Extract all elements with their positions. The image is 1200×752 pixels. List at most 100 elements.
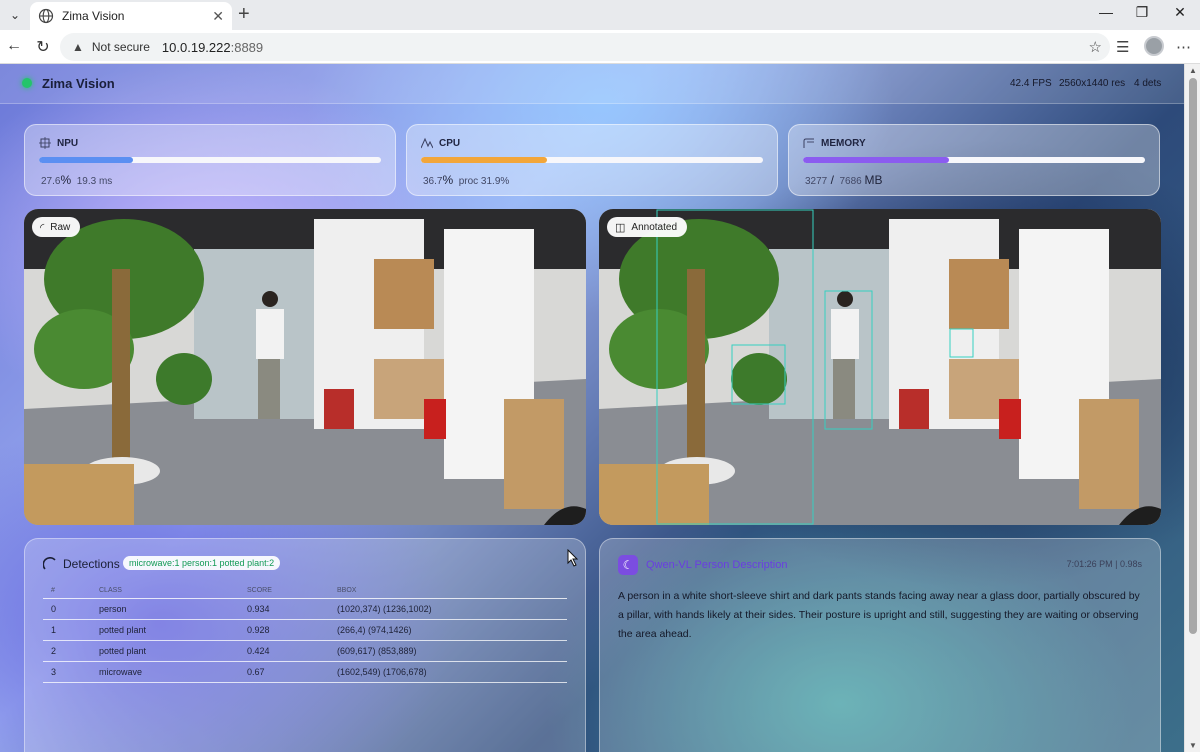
memory-progress-fill [803, 157, 949, 163]
chip-icon [39, 137, 51, 149]
table-cell: 0.934 [239, 598, 329, 620]
memory-card: MEMORY 3277 / 7686 MB [788, 124, 1160, 196]
status-dot [22, 78, 32, 88]
table-cell: (1020,374) (1236,1002) [329, 598, 567, 620]
table-header-row: # CLASS SCORE BBOX [43, 585, 567, 599]
raw-camera-frame [24, 209, 586, 525]
table-cell: potted plant [91, 619, 239, 641]
description-text: A person in a white short-sleeve shirt a… [618, 590, 1140, 640]
app-header: Zima Vision 42.4 FPS 2560x1440 res 4 det… [0, 64, 1184, 104]
memory-label: MEMORY [821, 138, 866, 149]
moon-icon: ☾ [618, 555, 638, 575]
warning-icon: ▲ [72, 40, 84, 54]
back-arrow-icon[interactable]: ← [4, 37, 24, 55]
description-title: Qwen-VL Person Description [646, 559, 788, 571]
table-cell: 2 [43, 640, 91, 662]
memory-total: 7686 [839, 176, 862, 187]
npu-progress-fill [39, 157, 134, 163]
raw-camera-view: ◜ Raw [24, 209, 586, 525]
url-input[interactable]: ▲ Not secure 10.0.19.222 :8889 ☆ [60, 33, 1110, 61]
npu-latency: 19.3 ms [76, 176, 113, 187]
scroll-down-icon[interactable]: ▼ [1189, 741, 1197, 750]
cpu-readout: 36.7% proc 31.9% [423, 173, 509, 187]
column-header: BBOX [329, 585, 567, 599]
npu-readout: 27.6% 19.3 ms [41, 173, 112, 187]
window-close-icon[interactable]: ✕ [1160, 4, 1200, 21]
description-panel: ☾ Qwen-VL Person Description 7:01:26 PM … [599, 538, 1161, 752]
table-cell: microwave [91, 661, 239, 683]
table-row: 0 person 0.934 (1020,374) (1236,1002) [43, 598, 567, 620]
cpu-progress [421, 157, 763, 163]
raw-view-label: ◜ Raw [32, 217, 81, 237]
table-cell: potted plant [91, 640, 239, 662]
raw-label-text: Raw [50, 221, 71, 233]
cpu-label: CPU [439, 138, 461, 149]
tab-title: Zima Vision [62, 9, 125, 23]
detections-panel: Detections microwave:1 person:1 potted p… [24, 538, 586, 752]
description-timestamp: 7:01:26 PM | 0.98s [1066, 559, 1142, 569]
reload-icon[interactable]: ↻ [33, 37, 53, 57]
new-tab-icon[interactable]: + [238, 4, 250, 24]
table-cell: 0.928 [239, 619, 329, 641]
detections-table: # CLASS SCORE BBOX 0 person 0.934 (1020,374… [43, 585, 567, 683]
browser-tab[interactable]: Zima Vision ✕ [30, 2, 232, 30]
url-port: :8889 [230, 39, 264, 55]
annotated-label-text: Annotated [631, 221, 678, 233]
memory-readout: 3277 / 7686 MB [805, 173, 883, 187]
annotated-camera-frame [599, 209, 1161, 525]
table-row: 1 potted plant 0.928 (266,4) (974,1426) [43, 619, 567, 641]
page-scrollbar[interactable]: ▲ ▼ [1184, 64, 1200, 752]
scroll-up-icon[interactable]: ▲ [1189, 66, 1197, 75]
browser-tab-bar: ⌄ Zima Vision ✕ + — ❐ ✕ [0, 0, 1200, 30]
collections-icon[interactable]: ☰ [1116, 38, 1129, 56]
cpu-unit: % [442, 173, 454, 187]
detections-count-stat: 4 dets [1134, 78, 1162, 89]
memory-unit: MB [864, 173, 883, 187]
memory-used: 3277 [805, 176, 828, 187]
minimize-icon[interactable]: — [1086, 4, 1126, 20]
avatar[interactable] [1144, 36, 1164, 56]
table-cell: (609,617) (853,889) [329, 640, 567, 662]
address-bar: ← ↻ ▲ Not secure 10.0.19.222 :8889 ☆ ☰ ⋯ [0, 30, 1200, 64]
npu-label: NPU [57, 138, 79, 149]
column-header: SCORE [239, 585, 329, 599]
annotated-camera-view: ◫ Annotated [599, 209, 1161, 525]
tab-close-icon[interactable]: ✕ [212, 8, 224, 25]
detections-summary-badge: microwave:1 person:1 potted plant:2 [123, 556, 281, 570]
tab-menu-chevron-icon[interactable]: ⌄ [4, 4, 26, 26]
npu-value: 27.6 [41, 176, 61, 187]
memory-icon [803, 138, 814, 148]
gauge-icon: ◜ [40, 221, 45, 234]
cpu-card: CPU 36.7% proc 31.9% [406, 124, 778, 196]
spinner-icon [43, 557, 56, 570]
annotated-view-label: ◫ Annotated [607, 217, 688, 237]
table-cell: 1 [43, 619, 91, 641]
column-header: # [43, 585, 91, 599]
resolution-stat: 2560x1440 res [1059, 78, 1126, 89]
more-icon[interactable]: ⋯ [1176, 38, 1191, 56]
restore-icon[interactable]: ❐ [1122, 4, 1162, 21]
memory-separator: / [827, 173, 834, 187]
mouse-cursor-icon [567, 549, 579, 567]
star-icon[interactable]: ☆ [1089, 38, 1102, 56]
detections-title: Detections [63, 557, 120, 571]
table-cell: person [91, 598, 239, 620]
scrollbar-thumb[interactable] [1189, 78, 1197, 634]
cpu-progress-fill [421, 157, 547, 163]
app-page: Zima Vision 42.4 FPS 2560x1440 res 4 det… [0, 64, 1184, 752]
table-cell: 0.67 [239, 661, 329, 683]
cpu-proc: proc 31.9% [458, 176, 510, 187]
memory-progress [803, 157, 1145, 163]
table-row: 2 potted plant 0.424 (609,617) (853,889) [43, 640, 567, 662]
table-row: 3 microwave 0.67 (1602,549) (1706,678) [43, 661, 567, 683]
npu-progress [39, 157, 381, 163]
table-cell: (1602,549) (1706,678) [329, 661, 567, 683]
column-header: CLASS [91, 585, 239, 599]
npu-card: NPU 27.6% 19.3 ms [24, 124, 396, 196]
not-secure-label: Not secure [91, 40, 150, 54]
url-host: 10.0.19.222 [161, 39, 231, 55]
fps-stat: 42.4 FPS [1010, 78, 1052, 89]
globe-icon [38, 8, 54, 24]
cpu-value: 36.7 [423, 176, 443, 187]
activity-icon [421, 137, 433, 149]
